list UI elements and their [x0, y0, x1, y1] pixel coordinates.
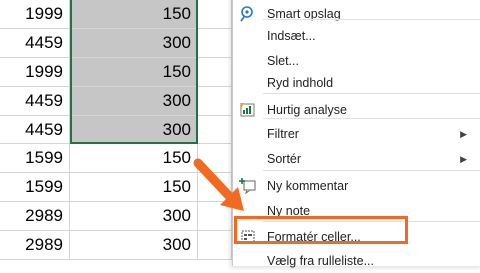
menu-item-new-comment[interactable]: Ny kommentar [233, 174, 480, 198]
cell-a4[interactable]: 4459 [0, 87, 70, 116]
cell-b6[interactable]: 150 [70, 144, 198, 173]
cell-c1[interactable] [198, 0, 232, 29]
menu-separator [263, 170, 480, 171]
format-cells-highlight-box [234, 216, 408, 244]
cell-b8[interactable]: 300 [70, 202, 198, 231]
menu-label-clear-contents: Ryd indhold [267, 76, 334, 90]
cell-b1[interactable]: 150 [70, 0, 198, 29]
menu-item-smart-lookup[interactable]: Smart opslag [233, 2, 480, 26]
cell-b3[interactable]: 150 [70, 58, 198, 87]
menu-label-quick-analysis: Hurtig analyse [267, 103, 347, 117]
menu-label-insert: Indsæt... [267, 29, 316, 43]
menu-label-pick-from-list: Vælg fra rulleliste... [267, 254, 374, 268]
menu-separator [263, 19, 480, 20]
cell-b7[interactable]: 150 [70, 173, 198, 202]
menu-separator [263, 93, 480, 94]
menu-item-delete[interactable]: Slet... [233, 49, 480, 73]
menu-item-filter[interactable]: Filtrer ▶ [233, 122, 480, 146]
menu-separator [263, 118, 480, 119]
cell-b5[interactable]: 300 [70, 116, 198, 144]
menu-item-clear-contents[interactable]: Ryd indhold [233, 71, 480, 95]
menu-item-pick-from-list[interactable]: Vælg fra rulleliste... [233, 249, 480, 273]
cell-a1[interactable]: 1999 [0, 0, 70, 29]
cell-a5[interactable]: 4459 [0, 116, 70, 144]
menu-label-new-comment: Ny kommentar [267, 179, 349, 193]
cell-a7[interactable]: 1599 [0, 173, 70, 202]
arrow-pointer-icon [193, 158, 244, 211]
menu-item-insert[interactable]: Indsæt... [233, 24, 480, 48]
cell-b9[interactable]: 300 [70, 231, 198, 260]
cell-c2[interactable] [198, 29, 232, 58]
cell-a2[interactable]: 4459 [0, 29, 70, 58]
search-icon [239, 5, 257, 23]
cell-c3[interactable] [198, 58, 232, 87]
cell-b4[interactable]: 300 [70, 87, 198, 116]
menu-label-delete: Slet... [267, 54, 299, 68]
cell-c5[interactable] [198, 116, 232, 144]
cell-a9[interactable]: 2989 [0, 231, 70, 260]
cell-a6[interactable]: 1599 [0, 144, 70, 173]
menu-label-filter: Filtrer [267, 127, 299, 141]
cell-c9[interactable] [198, 231, 232, 260]
cell-b2[interactable]: 300 [70, 29, 198, 58]
cell-a3[interactable]: 1999 [0, 58, 70, 87]
menu-label-sort: Sortér [267, 152, 302, 166]
menu-item-sort[interactable]: Sortér ▶ [233, 147, 480, 171]
cell-c4[interactable] [198, 87, 232, 116]
chevron-right-icon: ▶ [460, 128, 467, 139]
cell-a8[interactable]: 2989 [0, 202, 70, 231]
chevron-right-icon: ▶ [460, 153, 467, 164]
quick-analysis-icon [239, 101, 257, 119]
